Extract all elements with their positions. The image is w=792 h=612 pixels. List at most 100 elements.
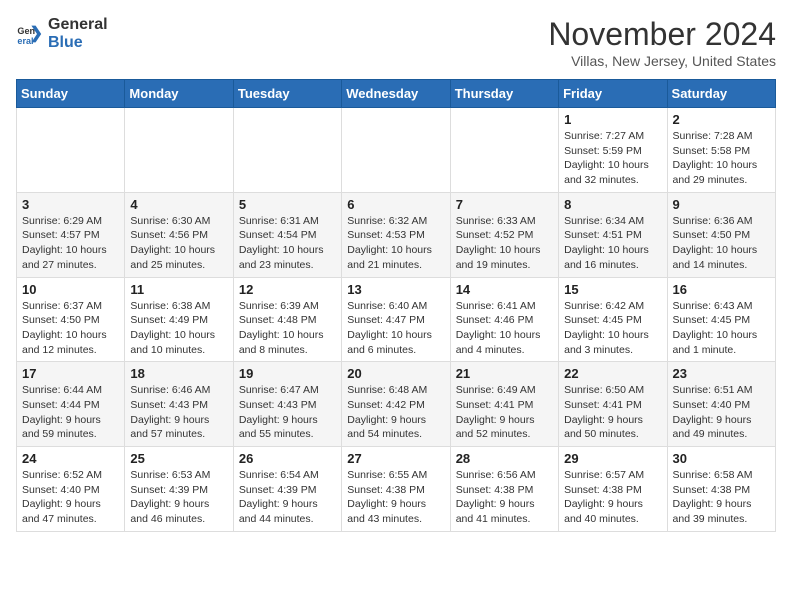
day-info: Sunrise: 6:46 AM Sunset: 4:43 PM Dayligh…: [130, 383, 227, 442]
day-number: 24: [22, 451, 119, 466]
day-number: 14: [456, 282, 553, 297]
month-title: November 2024: [548, 16, 776, 53]
day-number: 27: [347, 451, 444, 466]
calendar-cell: 9Sunrise: 6:36 AM Sunset: 4:50 PM Daylig…: [667, 192, 775, 277]
calendar-header: SundayMondayTuesdayWednesdayThursdayFrid…: [17, 80, 776, 108]
calendar-cell: 10 Sunrise: 6:37 AM Sunset: 4:50 PM Dayli…: [17, 277, 125, 362]
day-info: Sunrise: 6:34 AM Sunset: 4:51 PM Dayligh…: [564, 214, 661, 273]
header: Gen eral General Blue November 2024 Vill…: [16, 16, 776, 69]
calendar-cell: 12Sunrise: 6:39 AM Sunset: 4:48 PM Dayli…: [233, 277, 341, 362]
header-day-thursday: Thursday: [450, 80, 558, 108]
calendar-cell: 19 Sunrise: 6:47 AM Sunset: 4:43 PM Dayli…: [233, 362, 341, 447]
logo-blue: Blue: [48, 34, 108, 52]
calendar-cell: 7 Sunrise: 6:33 AM Sunset: 4:52 PM Daylig…: [450, 192, 558, 277]
day-number: 4: [130, 197, 227, 212]
day-info: Sunrise: 6:49 AM Sunset: 4:41 PM Dayligh…: [456, 383, 553, 442]
calendar-cell: 4 Sunrise: 6:30 AM Sunset: 4:56 PM Daylig…: [125, 192, 233, 277]
svg-text:eral: eral: [17, 35, 33, 45]
day-info: Sunrise: 6:38 AM Sunset: 4:49 PM Dayligh…: [130, 299, 227, 358]
calendar-cell: 15 Sunrise: 6:42 AM Sunset: 4:45 PM Dayli…: [559, 277, 667, 362]
day-number: 9: [673, 197, 770, 212]
day-number: 28: [456, 451, 553, 466]
day-info: Sunrise: 6:48 AM Sunset: 4:42 PM Dayligh…: [347, 383, 444, 442]
calendar-cell: [450, 108, 558, 193]
calendar-cell: [125, 108, 233, 193]
day-number: 29: [564, 451, 661, 466]
calendar-body: 1 Sunrise: 7:27 AM Sunset: 5:59 PM Daylig…: [17, 108, 776, 532]
day-number: 19: [239, 366, 336, 381]
calendar-cell: 29Sunrise: 6:57 AM Sunset: 4:38 PM Dayli…: [559, 447, 667, 532]
calendar-cell: 2Sunrise: 7:28 AM Sunset: 5:58 PM Daylig…: [667, 108, 775, 193]
location-subtitle: Villas, New Jersey, United States: [548, 53, 776, 69]
calendar-cell: 16 Sunrise: 6:43 AM Sunset: 4:45 PM Dayli…: [667, 277, 775, 362]
calendar-cell: 25 Sunrise: 6:53 AM Sunset: 4:39 PM Dayli…: [125, 447, 233, 532]
calendar-cell: 20 Sunrise: 6:48 AM Sunset: 4:42 PM Dayli…: [342, 362, 450, 447]
week-row-4: 24Sunrise: 6:52 AM Sunset: 4:40 PM Dayli…: [17, 447, 776, 532]
day-number: 23: [673, 366, 770, 381]
day-info: Sunrise: 6:39 AM Sunset: 4:48 PM Dayligh…: [239, 299, 336, 358]
week-row-0: 1 Sunrise: 7:27 AM Sunset: 5:59 PM Daylig…: [17, 108, 776, 193]
calendar-cell: [233, 108, 341, 193]
day-number: 11: [130, 282, 227, 297]
week-row-1: 3 Sunrise: 6:29 AM Sunset: 4:57 PM Daylig…: [17, 192, 776, 277]
calendar-cell: 23 Sunrise: 6:51 AM Sunset: 4:40 PM Dayli…: [667, 362, 775, 447]
title-area: November 2024 Villas, New Jersey, United…: [548, 16, 776, 69]
day-number: 3: [22, 197, 119, 212]
calendar-cell: 24Sunrise: 6:52 AM Sunset: 4:40 PM Dayli…: [17, 447, 125, 532]
day-number: 16: [673, 282, 770, 297]
day-info: Sunrise: 6:51 AM Sunset: 4:40 PM Dayligh…: [673, 383, 770, 442]
header-day-sunday: Sunday: [17, 80, 125, 108]
week-row-2: 10 Sunrise: 6:37 AM Sunset: 4:50 PM Dayli…: [17, 277, 776, 362]
day-info: Sunrise: 6:29 AM Sunset: 4:57 PM Dayligh…: [22, 214, 119, 273]
day-number: 5: [239, 197, 336, 212]
day-info: Sunrise: 6:31 AM Sunset: 4:54 PM Dayligh…: [239, 214, 336, 273]
day-info: Sunrise: 6:30 AM Sunset: 4:56 PM Dayligh…: [130, 214, 227, 273]
calendar-cell: 6Sunrise: 6:32 AM Sunset: 4:53 PM Daylig…: [342, 192, 450, 277]
day-number: 15: [564, 282, 661, 297]
day-number: 7: [456, 197, 553, 212]
day-number: 10: [22, 282, 119, 297]
calendar-cell: 28Sunrise: 6:56 AM Sunset: 4:38 PM Dayli…: [450, 447, 558, 532]
calendar-cell: 13 Sunrise: 6:40 AM Sunset: 4:47 PM Dayli…: [342, 277, 450, 362]
calendar-cell: 1 Sunrise: 7:27 AM Sunset: 5:59 PM Daylig…: [559, 108, 667, 193]
calendar-cell: [17, 108, 125, 193]
header-day-wednesday: Wednesday: [342, 80, 450, 108]
calendar-cell: 18 Sunrise: 6:46 AM Sunset: 4:43 PM Dayli…: [125, 362, 233, 447]
day-number: 20: [347, 366, 444, 381]
day-info: Sunrise: 6:32 AM Sunset: 4:53 PM Dayligh…: [347, 214, 444, 273]
header-day-saturday: Saturday: [667, 80, 775, 108]
day-info: Sunrise: 6:54 AM Sunset: 4:39 PM Dayligh…: [239, 468, 336, 527]
calendar-cell: 22Sunrise: 6:50 AM Sunset: 4:41 PM Dayli…: [559, 362, 667, 447]
day-info: Sunrise: 6:53 AM Sunset: 4:39 PM Dayligh…: [130, 468, 227, 527]
day-number: 1: [564, 112, 661, 127]
day-info: Sunrise: 6:47 AM Sunset: 4:43 PM Dayligh…: [239, 383, 336, 442]
day-number: 18: [130, 366, 227, 381]
logo-general: General: [48, 16, 108, 34]
calendar-cell: 27 Sunrise: 6:55 AM Sunset: 4:38 PM Dayli…: [342, 447, 450, 532]
calendar-cell: [342, 108, 450, 193]
day-info: Sunrise: 6:42 AM Sunset: 4:45 PM Dayligh…: [564, 299, 661, 358]
day-info: Sunrise: 7:27 AM Sunset: 5:59 PM Dayligh…: [564, 129, 661, 188]
header-row: SundayMondayTuesdayWednesdayThursdayFrid…: [17, 80, 776, 108]
day-number: 25: [130, 451, 227, 466]
day-number: 22: [564, 366, 661, 381]
week-row-3: 17 Sunrise: 6:44 AM Sunset: 4:44 PM Dayli…: [17, 362, 776, 447]
day-info: Sunrise: 7:28 AM Sunset: 5:58 PM Dayligh…: [673, 129, 770, 188]
day-info: Sunrise: 6:33 AM Sunset: 4:52 PM Dayligh…: [456, 214, 553, 273]
calendar-cell: 14 Sunrise: 6:41 AM Sunset: 4:46 PM Dayli…: [450, 277, 558, 362]
day-info: Sunrise: 6:58 AM Sunset: 4:38 PM Dayligh…: [673, 468, 770, 527]
day-info: Sunrise: 6:37 AM Sunset: 4:50 PM Dayligh…: [22, 299, 119, 358]
day-number: 26: [239, 451, 336, 466]
day-number: 8: [564, 197, 661, 212]
header-day-tuesday: Tuesday: [233, 80, 341, 108]
day-info: Sunrise: 6:40 AM Sunset: 4:47 PM Dayligh…: [347, 299, 444, 358]
day-number: 17: [22, 366, 119, 381]
day-number: 13: [347, 282, 444, 297]
calendar-cell: 17 Sunrise: 6:44 AM Sunset: 4:44 PM Dayli…: [17, 362, 125, 447]
day-info: Sunrise: 6:41 AM Sunset: 4:46 PM Dayligh…: [456, 299, 553, 358]
header-day-friday: Friday: [559, 80, 667, 108]
day-info: Sunrise: 6:55 AM Sunset: 4:38 PM Dayligh…: [347, 468, 444, 527]
logo-icon: Gen eral: [16, 20, 44, 48]
day-info: Sunrise: 6:43 AM Sunset: 4:45 PM Dayligh…: [673, 299, 770, 358]
day-info: Sunrise: 6:44 AM Sunset: 4:44 PM Dayligh…: [22, 383, 119, 442]
